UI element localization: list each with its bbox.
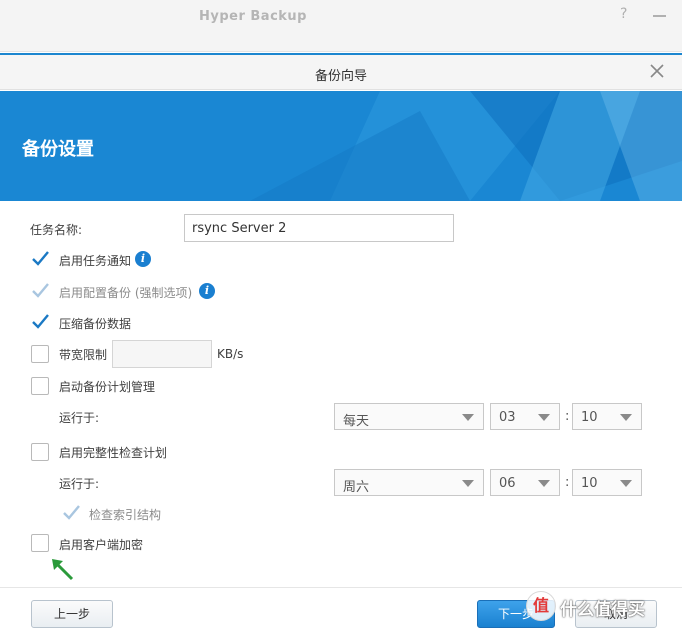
banner-background: [0, 91, 682, 201]
schedule-day-select[interactable]: 每天: [334, 403, 484, 430]
schedule-minute-value: 10: [581, 410, 598, 425]
info-icon[interactable]: i: [135, 251, 151, 267]
close-icon[interactable]: [648, 62, 666, 80]
config-backup-checkbox: [31, 282, 49, 300]
integrity-label: 启用完整性检查计划: [59, 446, 168, 460]
compress-checkbox[interactable]: [31, 313, 49, 331]
time-separator: :: [565, 409, 570, 424]
question-mark-icon[interactable]: ?: [620, 6, 627, 22]
schedule-label: 启动备份计划管理: [59, 380, 156, 394]
app-title: Hyper Backup: [198, 9, 307, 24]
integrity-hour-value: 06: [499, 476, 516, 491]
config-backup-label: 启用配置备份 (强制选项): [59, 286, 193, 300]
encryption-label: 启用客户端加密: [59, 538, 144, 552]
integrity-day-select[interactable]: 周六: [334, 469, 484, 496]
bandwidth-checkbox[interactable]: [31, 345, 49, 363]
schedule-checkbox[interactable]: [31, 377, 49, 395]
integrity-run-label: 运行于:: [59, 477, 100, 491]
bandwidth-label: 带宽限制: [59, 348, 108, 362]
notify-checkbox[interactable]: [31, 250, 49, 268]
encryption-checkbox[interactable]: [31, 534, 49, 552]
index-check-checkbox: [62, 504, 80, 522]
integrity-day-value: 周六: [343, 480, 370, 495]
schedule-hour-select[interactable]: 03: [490, 403, 560, 430]
chevron-down-icon: [538, 414, 550, 421]
task-name-label: 任务名称:: [30, 223, 83, 237]
chevron-down-icon: [620, 480, 632, 487]
bandwidth-unit: KB/s: [217, 347, 244, 361]
schedule-day-value: 每天: [343, 414, 370, 429]
notify-label: 启用任务通知: [59, 254, 132, 268]
task-name-input[interactable]: rsync Server 2: [184, 214, 454, 242]
dialog-header: 备份向导: [0, 55, 682, 90]
info-icon[interactable]: i: [199, 283, 215, 299]
schedule-hour-value: 03: [499, 410, 516, 425]
previous-button[interactable]: 上一步: [31, 600, 113, 628]
integrity-checkbox[interactable]: [31, 443, 49, 461]
chevron-down-icon: [462, 414, 474, 421]
integrity-hour-select[interactable]: 06: [490, 469, 560, 496]
banner-title: 备份设置: [22, 139, 94, 160]
integrity-minute-value: 10: [581, 476, 598, 491]
dialog-title: 备份向导: [314, 69, 367, 84]
schedule-run-label: 运行于:: [59, 411, 100, 425]
chevron-down-icon: [620, 414, 632, 421]
chevron-down-icon: [462, 480, 474, 487]
watermark-logo-icon: 值: [526, 591, 556, 621]
index-check-label: 检查索引结构: [89, 508, 162, 522]
compress-label: 压缩备份数据: [59, 317, 132, 331]
chevron-down-icon: [538, 480, 550, 487]
app-title-bar: Hyper Backup ?: [0, 0, 682, 52]
watermark: 值 什么值得买: [520, 589, 682, 623]
backup-wizard-dialog: 备份向导 备份设置 任务名称: rsync Server 2 启用任务通知 i …: [0, 53, 682, 631]
time-separator: :: [565, 475, 570, 490]
schedule-minute-select[interactable]: 10: [572, 403, 642, 430]
minimize-icon[interactable]: [653, 15, 666, 17]
bandwidth-input[interactable]: [112, 340, 212, 368]
backup-settings-form: 任务名称: rsync Server 2 启用任务通知 i 启用配置备份 (强制…: [0, 201, 682, 587]
watermark-text: 什么值得买: [560, 600, 645, 620]
wizard-banner: 备份设置: [0, 91, 682, 201]
arrow-annotation-icon: [52, 559, 74, 581]
integrity-minute-select[interactable]: 10: [572, 469, 642, 496]
